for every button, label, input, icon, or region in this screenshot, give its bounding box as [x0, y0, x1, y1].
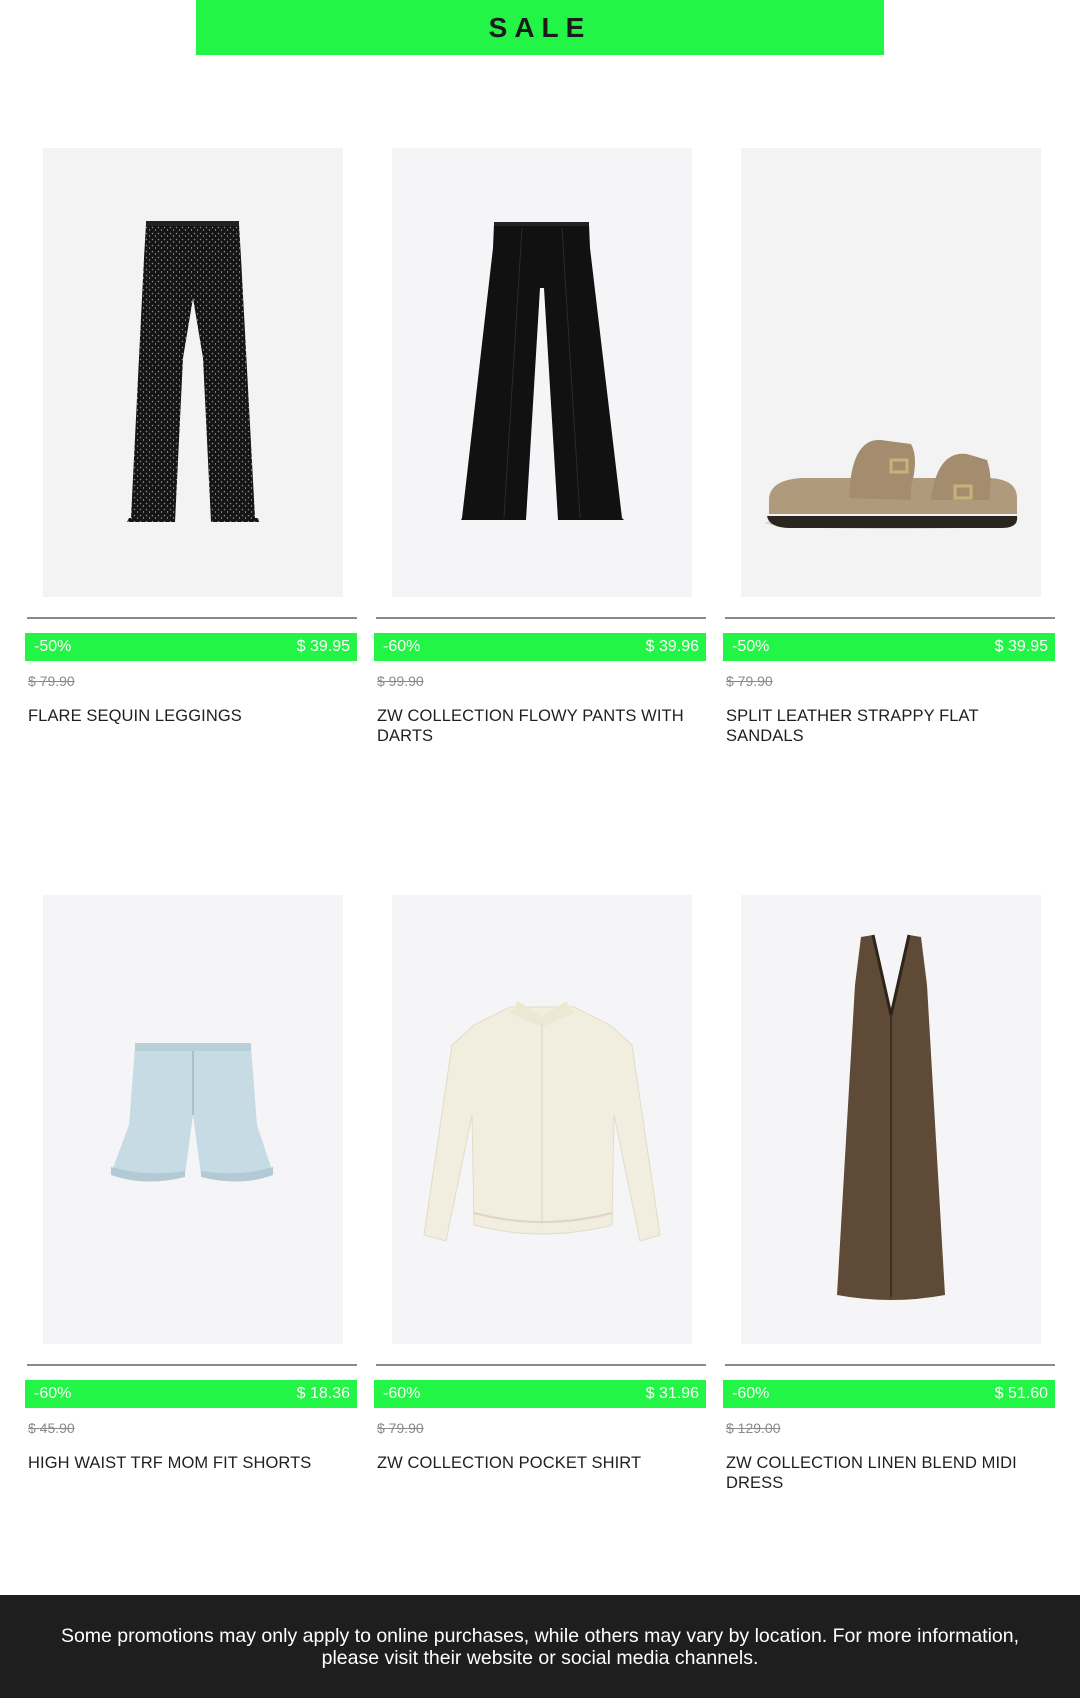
midi-dress-image — [837, 934, 945, 1300]
product-image[interactable] — [741, 895, 1041, 1344]
denim-shorts-image — [111, 1043, 273, 1182]
product-image[interactable] — [43, 148, 343, 597]
sale-price: $ 18.36 — [296, 1385, 350, 1402]
footer-disclaimer: Some promotions may only apply to online… — [60, 1624, 1020, 1669]
original-price: $ 79.90 — [377, 1420, 424, 1436]
price-bar: -60% $ 51.60 — [723, 1380, 1055, 1408]
price-bar: -60% $ 18.36 — [25, 1380, 357, 1408]
product-image[interactable] — [392, 148, 692, 597]
product-image[interactable] — [43, 895, 343, 1344]
divider — [376, 617, 706, 619]
discount-badge: -50% — [34, 638, 72, 655]
sale-price: $ 39.95 — [994, 638, 1048, 655]
divider — [725, 617, 1055, 619]
product-image[interactable] — [741, 148, 1041, 597]
divider — [27, 617, 357, 619]
original-price: $ 79.90 — [28, 673, 75, 689]
flowy-pants-image — [461, 222, 624, 520]
discount-badge: -50% — [732, 638, 770, 655]
price-bar: -60% $ 31.96 — [374, 1380, 706, 1408]
sale-price: $ 51.60 — [994, 1385, 1048, 1402]
product-name[interactable]: SPLIT LEATHER STRAPPY FLAT SANDALS — [726, 706, 1051, 746]
pocket-shirt-image — [423, 1001, 661, 1242]
divider — [27, 1364, 357, 1366]
divider — [725, 1364, 1055, 1366]
sale-title: SALE — [488, 11, 592, 43]
footer: Some promotions may only apply to online… — [0, 1595, 1080, 1698]
price-bar: -60% $ 39.96 — [374, 633, 706, 661]
product-name[interactable]: ZW COLLECTION POCKET SHIRT — [377, 1453, 702, 1473]
sale-price: $ 39.95 — [296, 638, 350, 655]
original-price: $ 129.00 — [726, 1420, 781, 1436]
discount-badge: -60% — [732, 1385, 770, 1402]
sale-price: $ 39.96 — [645, 638, 699, 655]
product-name[interactable]: FLARE SEQUIN LEGGINGS — [28, 706, 353, 726]
discount-badge: -60% — [34, 1385, 72, 1402]
original-price: $ 45.90 — [28, 1420, 75, 1436]
discount-badge: -60% — [383, 638, 421, 655]
sale-banner: SALE — [196, 0, 884, 55]
product-name[interactable]: ZW COLLECTION FLOWY PANTS WITH DARTS — [377, 706, 702, 746]
original-price: $ 99.90 — [377, 673, 424, 689]
sale-price: $ 31.96 — [645, 1385, 699, 1402]
sandals-image — [765, 439, 1018, 529]
product-name[interactable]: ZW COLLECTION LINEN BLEND MIDI DRESS — [726, 1453, 1051, 1493]
price-bar: -50% $ 39.95 — [723, 633, 1055, 661]
divider — [376, 1364, 706, 1366]
discount-badge: -60% — [383, 1385, 421, 1402]
product-image[interactable] — [392, 895, 692, 1344]
price-bar: -50% $ 39.95 — [25, 633, 357, 661]
product-name[interactable]: HIGH WAIST TRF MOM FIT SHORTS — [28, 1453, 353, 1473]
original-price: $ 79.90 — [726, 673, 773, 689]
sequin-leggings-image — [127, 221, 259, 522]
